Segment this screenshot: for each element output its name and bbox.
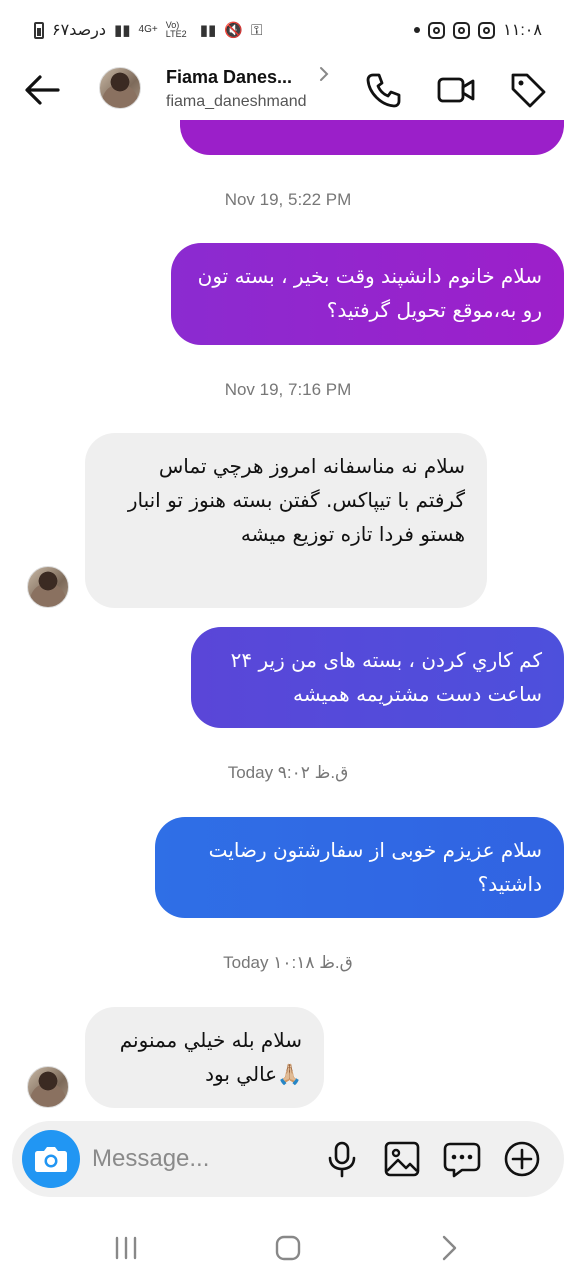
message-bubble-outgoing[interactable]: سلام عزيزم خوبى از سفارشتون رضايت داشتيد…: [155, 817, 564, 918]
status-left: ۶۷درصد ▮▮ 4G+ Vo) LTE2 ▮▮ 🔇 ⚿: [34, 20, 262, 40]
timestamp: Today ق.ظ ۱۰:۱۸: [223, 953, 353, 972]
notification-dot-icon: [414, 27, 421, 33]
message-bubble-incoming[interactable]: سلام بله خيلي ممنونم 🙏🏼عالي بود: [85, 1007, 324, 1108]
message-bubble-outgoing[interactable]: سلام خانوم دانشپند وقت بخير ، بسته تون ر…: [171, 243, 564, 345]
nav-back-icon: [442, 1235, 457, 1261]
tag-icon: [511, 73, 546, 108]
sticker-button[interactable]: [442, 1139, 482, 1179]
mute-icon: 🔇: [224, 22, 243, 39]
phone-icon: [366, 73, 401, 108]
microphone-icon: [328, 1141, 356, 1178]
instagram-notification-icon: [428, 21, 446, 39]
contact-name[interactable]: Fiama Danes...: [166, 67, 292, 88]
voice-message-button[interactable]: [322, 1139, 362, 1179]
system-nav-bar: [0, 1210, 576, 1280]
signal-icon: ▮▮: [114, 22, 131, 39]
status-bar: ۶۷درصد ▮▮ 4G+ Vo) LTE2 ▮▮ 🔇 ⚿ ۱۱:۰۸: [0, 0, 576, 60]
message-bubble-partial[interactable]: [180, 120, 564, 155]
message-composer: [12, 1121, 564, 1197]
message-list[interactable]: Nov 19, 5:22 PM سلام خانوم دانشپند وقت ب…: [0, 120, 576, 1120]
back-button[interactable]: [22, 72, 62, 108]
message-text: سلام بله خيلي ممنونم 🙏🏼عالي بود: [119, 1028, 302, 1086]
battery-icon: [34, 21, 44, 39]
camera-button[interactable]: [22, 1130, 80, 1188]
message-text: سلام نه مناسفانه امروز هرچي تماس گرفتم ب…: [127, 454, 465, 546]
signal-icon-2: ▮▮: [199, 22, 217, 39]
battery-text: ۶۷درصد: [52, 22, 107, 39]
more-options-button[interactable]: [502, 1139, 542, 1179]
timestamp: Nov 19, 7:16 PM: [224, 380, 352, 399]
chevron-right-icon[interactable]: [318, 65, 330, 88]
back-arrow-icon: [25, 75, 60, 105]
status-right: ۱۱:۰۸: [414, 20, 542, 40]
plus-icon: [504, 1141, 540, 1177]
message-text: سلام خانوم دانشپند وقت بخير ، بسته تون ر…: [197, 264, 542, 322]
chat-header: Fiama Danes... fiama_daneshmand: [0, 60, 576, 120]
volte-label: Vo) LTE2: [165, 20, 187, 39]
message-text: كم كاري كردن ، بسته هاى من زير ٢۴ ساعت د…: [230, 648, 542, 706]
avatar[interactable]: [27, 566, 69, 608]
key-icon: ⚿: [250, 21, 263, 39]
video-call-button[interactable]: [436, 70, 476, 110]
timestamp: Nov 19, 5:22 PM: [224, 190, 352, 209]
network-label: 4G+: [138, 24, 158, 35]
avatar[interactable]: [99, 67, 141, 109]
status-time: ۱۱:۰۸: [503, 22, 542, 39]
system-back-button[interactable]: [430, 1228, 470, 1268]
home-icon: [275, 1235, 301, 1261]
timestamp: Today ق.ظ ۹:۰۲: [227, 763, 349, 782]
message-input[interactable]: [92, 1143, 312, 1175]
instagram-notification-icon: [453, 21, 471, 39]
sticker-icon: [443, 1142, 481, 1178]
contact-username[interactable]: fiama_daneshmand: [166, 93, 307, 111]
gallery-icon: [384, 1141, 420, 1177]
message-bubble-outgoing[interactable]: كم كاري كردن ، بسته هاى من زير ٢۴ ساعت د…: [191, 627, 564, 728]
video-camera-icon: [437, 77, 475, 103]
gallery-button[interactable]: [382, 1139, 422, 1179]
home-button[interactable]: [268, 1228, 308, 1268]
recent-apps-icon: [115, 1236, 137, 1260]
avatar[interactable]: [27, 1066, 69, 1108]
message-bubble-incoming[interactable]: سلام نه مناسفانه امروز هرچي تماس گرفتم ب…: [85, 433, 487, 608]
call-button[interactable]: [364, 70, 404, 110]
message-text: سلام عزيزم خوبى از سفارشتون رضايت داشتيد…: [208, 838, 542, 896]
camera-icon: [35, 1147, 67, 1172]
tag-button[interactable]: [508, 70, 548, 110]
instagram-notification-icon: [478, 21, 496, 39]
recent-apps-button[interactable]: [106, 1228, 146, 1268]
